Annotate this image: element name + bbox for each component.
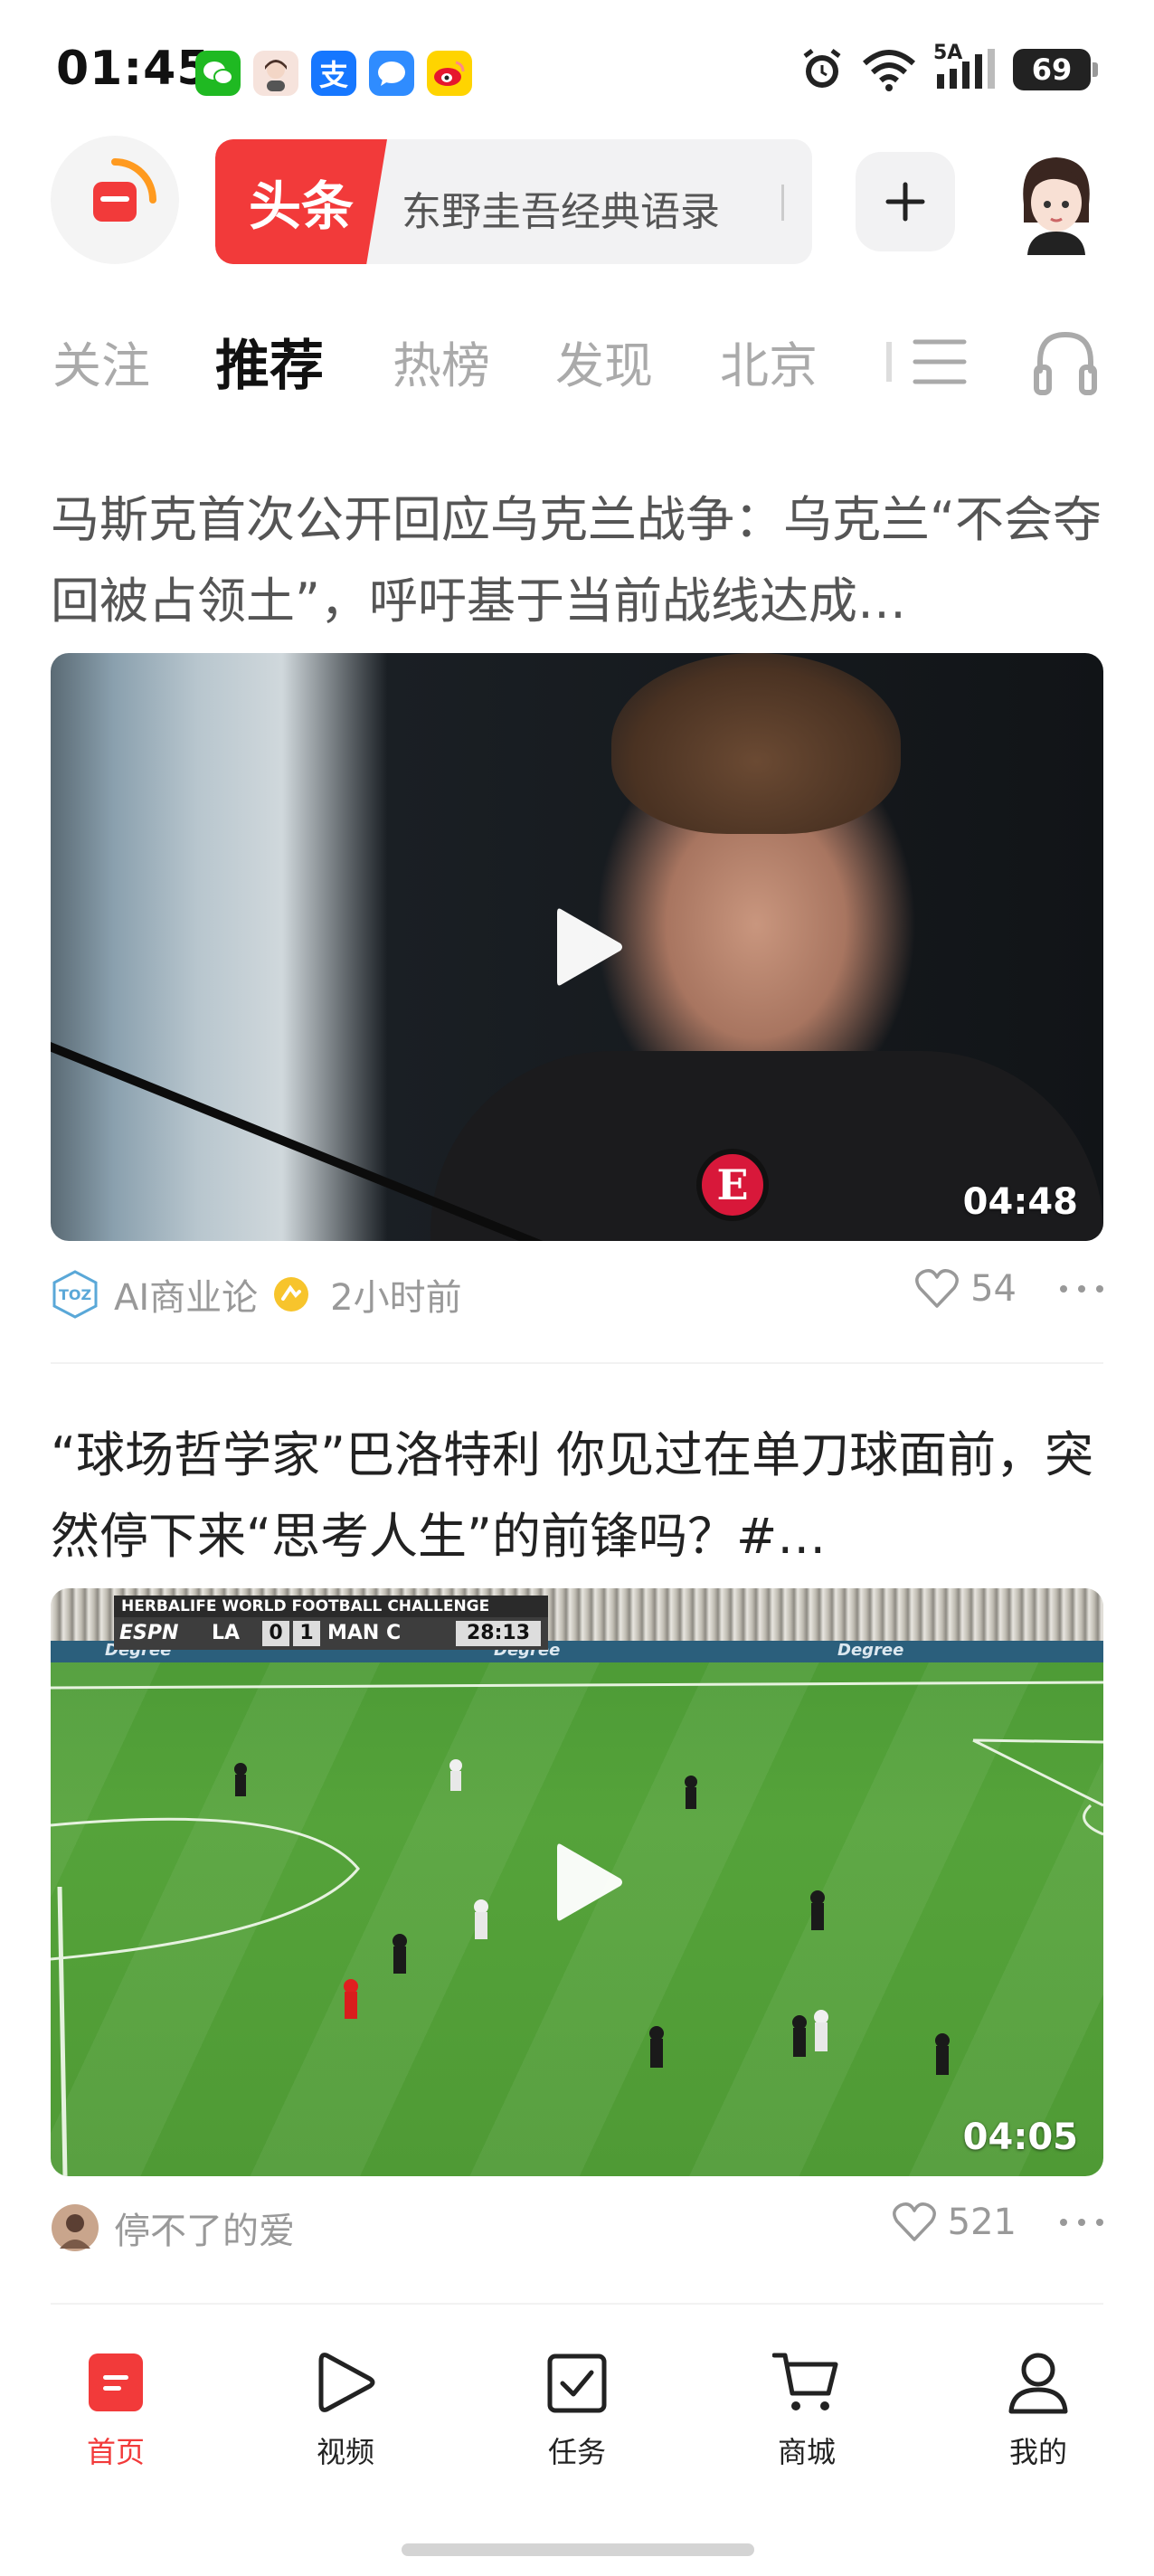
search-brand-tag: 头条 bbox=[215, 139, 387, 264]
source-logo-icon: TOZ bbox=[51, 1270, 99, 1319]
match-clock: 28:13 bbox=[456, 1621, 541, 1646]
app-logo-button[interactable] bbox=[51, 136, 179, 264]
away-score: 1 bbox=[293, 1621, 320, 1646]
nav-video-label: 视频 bbox=[316, 2435, 374, 2469]
publish-time: 2小时前 bbox=[330, 1277, 462, 1319]
tab-follow[interactable]: 关注 bbox=[52, 326, 150, 397]
headphone-icon[interactable] bbox=[1031, 326, 1100, 398]
nav-tasks[interactable]: 任务 bbox=[505, 2348, 649, 2471]
feed-divider bbox=[51, 2303, 1103, 2305]
notification-icons: 支 bbox=[195, 51, 472, 96]
wechat-icon bbox=[195, 51, 241, 96]
like-count: 54 bbox=[970, 1268, 1017, 1310]
mic-badge-text: E bbox=[716, 1160, 749, 1209]
nav-profile-label: 我的 bbox=[1008, 2435, 1067, 2469]
feed-article[interactable]: 马斯克首次公开回应乌克兰战争：乌克兰“不会夺回被占领土”，呼吁基于当前战线达成…… bbox=[51, 479, 1103, 1350]
tab-hot-list[interactable]: 热榜 bbox=[393, 326, 490, 397]
source-name[interactable]: 停不了的爱 bbox=[114, 2202, 295, 2254]
like-heart-icon[interactable] bbox=[914, 1268, 960, 1310]
nav-home[interactable]: 首页 bbox=[43, 2348, 188, 2471]
like-heart-icon[interactable] bbox=[892, 2202, 937, 2243]
article-meta: TOZ AI商业论 2小时前 54 bbox=[51, 1241, 1103, 1350]
article-title[interactable]: “球场哲学家”巴洛特利 你见过在单刀球面前，突然停下来“思考人生”的前锋吗？#… bbox=[51, 1415, 1103, 1577]
meta-left: TOZ AI商业论 2小时前 bbox=[51, 1268, 462, 1321]
status-bar: 01:45 支 5A 69 bbox=[0, 0, 1154, 136]
mic-badge-icon: E bbox=[696, 1149, 769, 1221]
meta-right: 54 bbox=[914, 1268, 1103, 1310]
wifi-icon bbox=[863, 50, 915, 91]
video-play-icon bbox=[311, 2348, 380, 2417]
video-thumbnail[interactable]: Degree Degree Degree HERBALIFE WORLD FOO… bbox=[51, 1588, 1103, 2176]
scoreboard-event: HERBALIFE WORLD FOOTBALL CHALLENGE bbox=[114, 1596, 548, 1617]
message-bubble-icon bbox=[369, 51, 414, 96]
nav-mall-label: 商城 bbox=[777, 2435, 836, 2469]
meta-right: 521 bbox=[892, 2202, 1103, 2243]
status-time: 01:45 bbox=[56, 42, 211, 96]
tab-discover[interactable]: 发现 bbox=[555, 326, 653, 397]
nav-tasks-label: 任务 bbox=[547, 2435, 606, 2469]
article-title[interactable]: 马斯克首次公开回应乌克兰战争：乌克兰“不会夺回被占领土”，呼吁基于当前战线达成… bbox=[51, 479, 1103, 642]
feed-article[interactable]: “球场哲学家”巴洛特利 你见过在单刀球面前，突然停下来“思考人生”的前锋吗？#…… bbox=[51, 1415, 1103, 2276]
article-meta: 停不了的爱 521 bbox=[51, 2176, 1103, 2276]
home-indicator[interactable] bbox=[402, 2543, 754, 2556]
scoreboard-row: ESPN LA 0 1 MAN C 28:13 bbox=[114, 1617, 548, 1650]
add-button[interactable] bbox=[856, 152, 955, 251]
channel-menu-icon[interactable] bbox=[910, 335, 970, 389]
author-avatar[interactable] bbox=[51, 2203, 99, 2252]
search-bar[interactable]: 头条 东野圭吾经典语录 bbox=[215, 139, 812, 264]
alipay-icon: 支 bbox=[311, 51, 356, 96]
toutiao-logo-icon bbox=[93, 158, 156, 222]
thumbnail-hair bbox=[611, 653, 901, 834]
task-check-icon bbox=[543, 2348, 611, 2417]
more-options-icon[interactable] bbox=[1060, 2213, 1103, 2231]
nav-home-label: 首页 bbox=[86, 2435, 145, 2469]
video-duration: 04:48 bbox=[962, 1181, 1078, 1223]
plus-icon bbox=[885, 182, 925, 222]
like-count: 521 bbox=[947, 2202, 1017, 2243]
battery-indicator: 69 bbox=[1013, 49, 1098, 90]
tab-recommend[interactable]: 推荐 bbox=[215, 322, 324, 401]
source-logo-text: TOZ bbox=[58, 1285, 92, 1303]
video-thumbnail[interactable]: E 04:48 bbox=[51, 653, 1103, 1241]
user-avatar[interactable] bbox=[1011, 150, 1102, 255]
shopping-cart-icon bbox=[772, 2348, 841, 2417]
scoreboard: HERBALIFE WORLD FOOTBALL CHALLENGE ESPN … bbox=[114, 1596, 548, 1653]
video-duration: 04:05 bbox=[962, 2117, 1078, 2158]
nav-mall[interactable]: 商城 bbox=[734, 2348, 879, 2471]
broadcaster-logo: ESPN bbox=[119, 1622, 179, 1644]
tab-beijing[interactable]: 北京 bbox=[720, 326, 818, 397]
play-icon[interactable] bbox=[541, 902, 631, 992]
nav-video[interactable]: 视频 bbox=[273, 2348, 418, 2471]
meta-left: 停不了的爱 bbox=[51, 2202, 295, 2254]
profile-icon bbox=[1004, 2348, 1073, 2417]
top-header: 头条 东野圭吾经典语录 bbox=[0, 136, 1154, 271]
home-icon bbox=[81, 2348, 150, 2417]
search-suggestion: 东野圭吾经典语录 bbox=[402, 189, 720, 235]
more-options-icon[interactable] bbox=[1060, 1280, 1103, 1298]
feed-divider bbox=[51, 1362, 1103, 1364]
tab-scroll-fade bbox=[886, 342, 892, 382]
home-team: LA bbox=[212, 1622, 241, 1644]
cellular-signal-icon: 5A bbox=[933, 42, 997, 92]
alarm-icon bbox=[803, 49, 841, 88]
home-score: 0 bbox=[262, 1621, 289, 1646]
text-cursor bbox=[781, 185, 784, 221]
away-team: MAN C bbox=[327, 1622, 402, 1644]
system-icons: 5A 69 bbox=[799, 42, 1098, 92]
weibo-icon bbox=[427, 51, 472, 96]
source-name[interactable]: AI商业论 bbox=[114, 1268, 258, 1321]
avatar-app-icon bbox=[253, 51, 298, 96]
nav-profile[interactable]: 我的 bbox=[966, 2348, 1111, 2471]
bottom-navigation: 首页 视频 任务 商城 我的 bbox=[0, 2316, 1154, 2496]
verified-badge-icon bbox=[274, 1277, 309, 1312]
channel-tabs: 关注 推荐 热榜 发现 北京 bbox=[0, 308, 1154, 416]
play-icon[interactable] bbox=[541, 1837, 631, 1927]
